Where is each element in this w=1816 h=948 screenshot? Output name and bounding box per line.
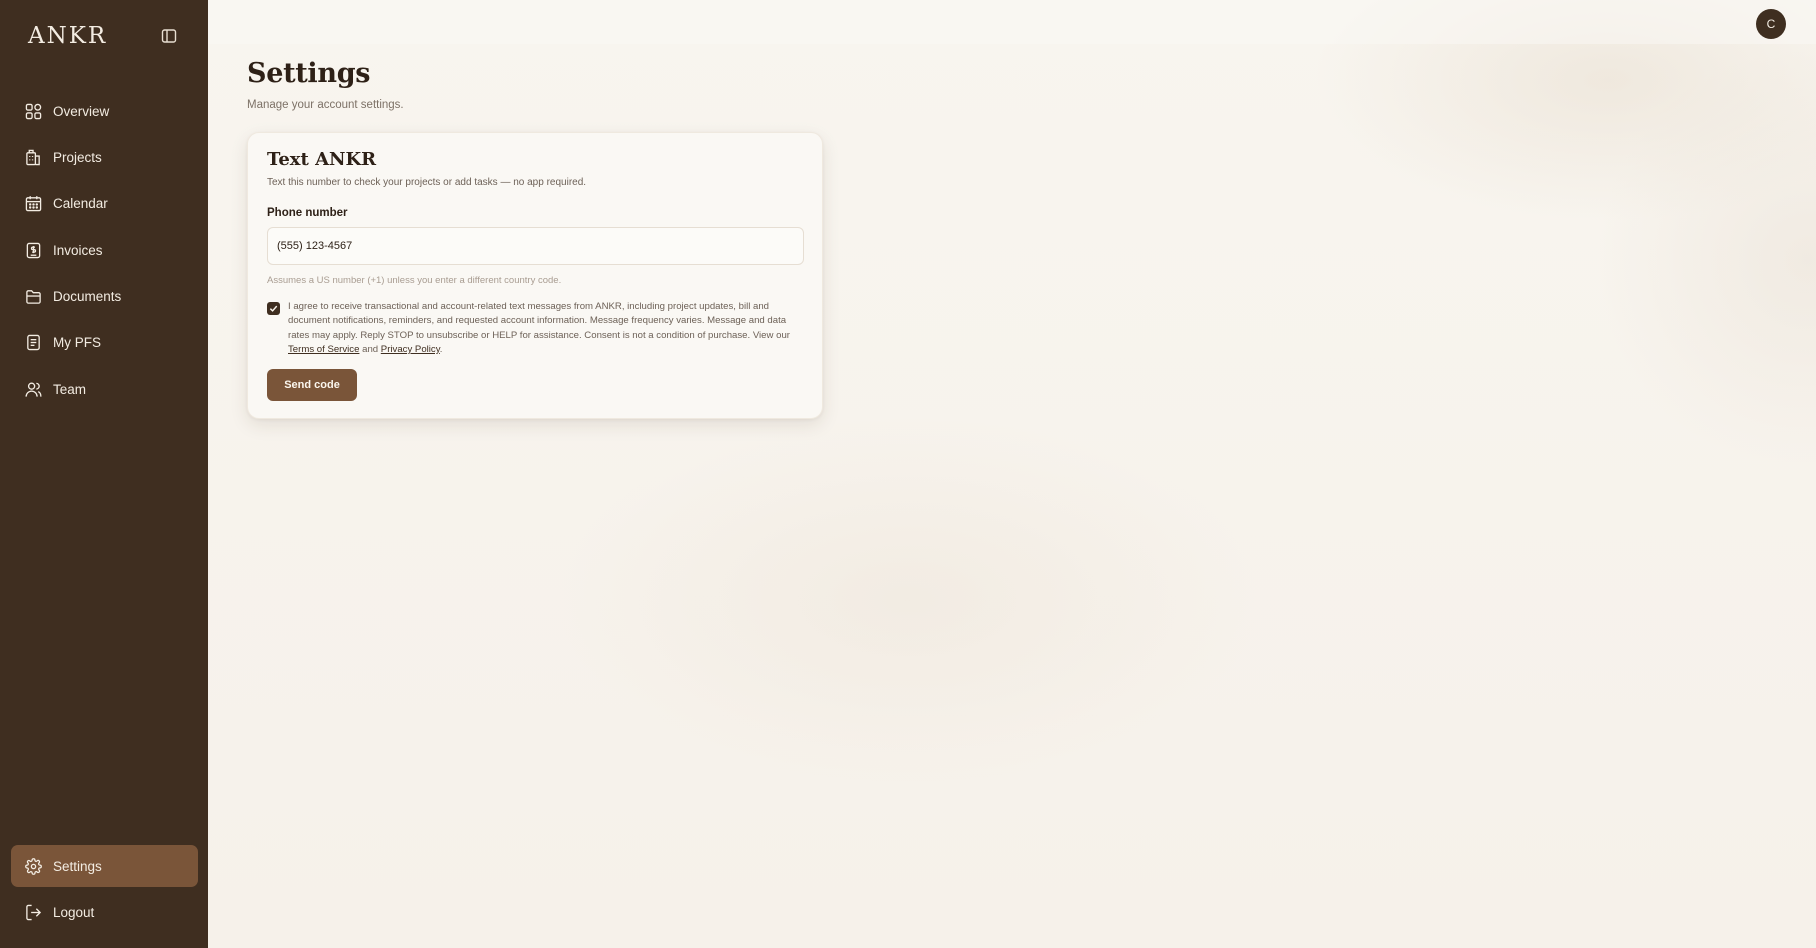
sidebar-item-team[interactable]: Team <box>11 368 198 410</box>
consent-body: I agree to receive transactional and acc… <box>288 301 790 341</box>
sidebar-item-label: Projects <box>53 149 102 165</box>
calendar-icon <box>25 195 43 213</box>
phone-hint: Assumes a US number (+1) unless you ente… <box>267 275 562 286</box>
consent-checkbox[interactable] <box>267 302 280 315</box>
sidebar-item-label: Settings <box>53 858 102 874</box>
phone-number-input[interactable] <box>267 227 804 265</box>
sidebar-item-documents[interactable]: Documents <box>11 276 198 318</box>
sidebar-item-overview[interactable]: Overview <box>11 90 198 132</box>
sidebar-toggle-icon[interactable] <box>158 25 180 47</box>
sidebar-item-my-pfs[interactable]: My PFS <box>11 322 198 364</box>
users-icon <box>25 380 43 398</box>
checkmark-icon <box>269 305 278 312</box>
building-icon <box>25 148 43 166</box>
card-title: Text ANKR <box>267 149 377 170</box>
app-root: ANKR Overview Projects Calendar Invoices… <box>0 0 1816 948</box>
consent-text: I agree to receive transactional and acc… <box>288 300 807 357</box>
sidebar-item-label: Overview <box>53 103 110 119</box>
logout-icon <box>25 903 43 921</box>
sidebar-item-label: My PFS <box>53 335 102 351</box>
sidebar-item-projects[interactable]: Projects <box>11 136 198 178</box>
consent-and: and <box>362 343 379 355</box>
consent-period: . <box>439 343 443 355</box>
folder-icon <box>25 288 43 306</box>
sidebar-item-logout[interactable]: Logout <box>11 891 198 933</box>
brand-logo: ANKR <box>28 23 108 49</box>
sidebar-item-label: Calendar <box>53 196 108 212</box>
page-subtitle: Manage your account settings. <box>247 99 404 111</box>
card-description: Text this number to check your projects … <box>267 177 587 188</box>
send-code-button[interactable]: Send code <box>267 369 357 401</box>
terms-of-service-link[interactable]: Terms of Service <box>288 344 359 355</box>
sidebar-item-label: Documents <box>53 289 122 305</box>
brand-row: ANKR <box>28 22 180 50</box>
privacy-policy-link[interactable]: Privacy Policy <box>381 344 440 355</box>
main-content: C Settings Manage your account settings.… <box>208 0 1816 948</box>
consent-row: I agree to receive transactional and acc… <box>267 300 807 357</box>
overview-grid-icon <box>25 102 43 120</box>
avatar[interactable]: C <box>1756 9 1786 39</box>
text-ankr-card: Text ANKR Text this number to check your… <box>247 132 823 419</box>
invoice-icon <box>25 241 43 259</box>
document-icon <box>25 334 43 352</box>
sidebar-bottom-nav: Settings Logout <box>11 845 198 938</box>
sidebar-item-label: Team <box>53 381 87 397</box>
sidebar: ANKR Overview Projects Calendar Invoices… <box>0 0 208 948</box>
sidebar-nav: Overview Projects Calendar Invoices Docu… <box>11 90 198 415</box>
sidebar-item-settings[interactable]: Settings <box>11 845 198 887</box>
top-bar: C <box>208 0 1816 44</box>
sidebar-item-calendar[interactable]: Calendar <box>11 183 198 225</box>
gear-icon <box>25 857 43 875</box>
page-title: Settings <box>247 58 371 89</box>
sidebar-item-invoices[interactable]: Invoices <box>11 229 198 271</box>
phone-number-label: Phone number <box>267 207 348 219</box>
sidebar-item-label: Logout <box>53 904 95 920</box>
sidebar-item-label: Invoices <box>53 242 103 258</box>
